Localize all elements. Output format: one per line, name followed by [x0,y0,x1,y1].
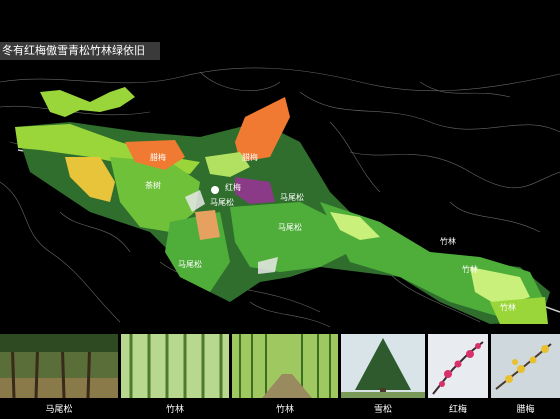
zone-label: 竹林 [462,264,478,274]
cedar-tree-photo [341,334,425,398]
red-plum-photo [428,334,488,398]
zone-label: 红梅 [225,182,241,192]
photo-caption: 竹林 [275,405,294,415]
bamboo-path-photo [232,334,338,398]
zone-label: 腊梅 [150,152,166,162]
map-title: 冬有红梅傲雪青松竹林绿依旧 [0,42,160,60]
photo-caption: 腊梅 [516,405,535,415]
landmark-marker [211,186,219,194]
zone-label: 马尾松 [178,259,202,269]
photo-caption: 红梅 [448,405,467,415]
pine-forest-photo [0,334,118,398]
photo-strip: 马尾松 竹林 竹林 雪松 红梅 腊梅 [0,334,560,419]
planting-map: 茶树 腊梅 腊梅 红梅 马尾松 马尾松 马尾松 马尾松 竹林 竹林 竹林 [0,62,560,332]
zone-label: 茶树 [145,180,161,190]
zone-label: 竹林 [500,302,516,312]
photo-caption: 马尾松 [45,405,73,415]
zone-label: 马尾松 [278,222,302,232]
zone-label: 腊梅 [242,152,258,162]
zone-label: 竹林 [440,236,456,246]
wintersweet-photo [491,334,560,398]
zone-label: 马尾松 [210,197,234,207]
zone-label: 马尾松 [280,192,304,202]
photo-caption: 雪松 [373,405,392,415]
photo-caption: 竹林 [165,405,184,415]
bamboo-photo [121,334,229,398]
